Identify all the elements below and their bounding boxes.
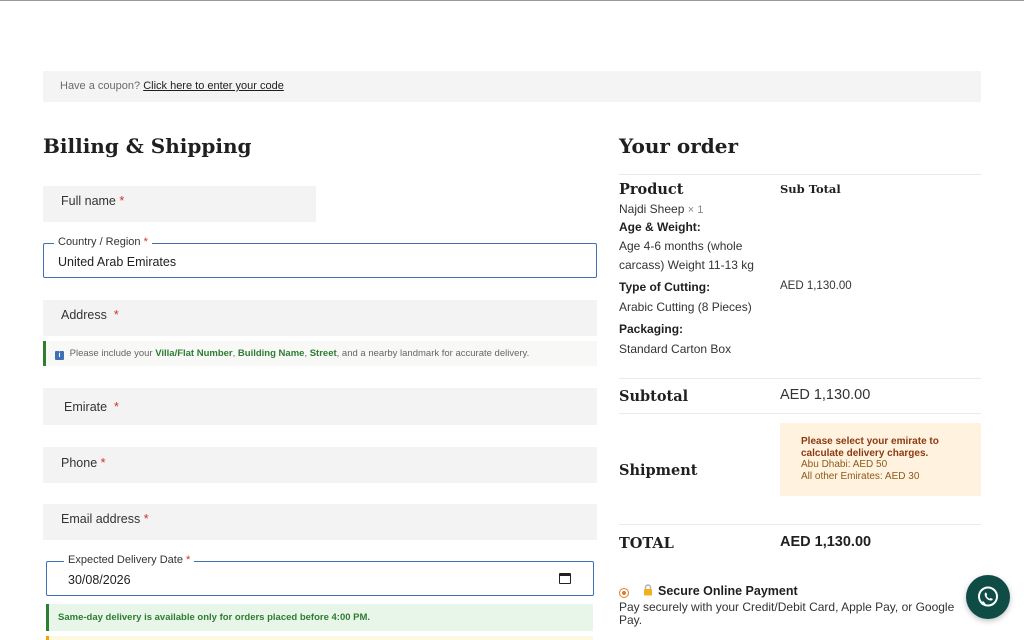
packaging-label-text: Packaging:: [619, 322, 684, 336]
calendar-icon[interactable]: [559, 573, 571, 584]
cutting-label: Type of Cutting:: [619, 280, 710, 294]
age-value-1: Age 4-6 months (whole: [619, 239, 743, 253]
country-label-wrap: Country / Region *: [54, 236, 152, 248]
email-field[interactable]: Email address *: [43, 504, 597, 540]
phone-label: Phone: [61, 456, 98, 470]
order-title: Your order: [619, 134, 739, 158]
divider: [619, 174, 981, 175]
subtotal-label: Subtotal: [619, 388, 689, 405]
whatsapp-button[interactable]: [966, 575, 1010, 619]
required-mark: *: [114, 400, 119, 414]
whatsapp-icon: [978, 586, 998, 607]
required-mark: *: [143, 512, 149, 526]
packaging-label: Packaging:: [619, 322, 683, 336]
sameday-notice: Same-day delivery is available only for …: [46, 604, 593, 631]
shipment-notice-line-1: Please select your emirate to: [801, 436, 939, 447]
age-label-text: Age & Weight:: [619, 220, 701, 234]
age-value-2: carcass) Weight 11-13 kg: [619, 258, 754, 272]
shipment-notice-line-2: calculate delivery charges.: [801, 447, 929, 459]
packaging-value: Standard Carton Box: [619, 342, 732, 356]
full-name-label: Full name: [61, 194, 116, 208]
required-mark: *: [119, 194, 125, 208]
shipment-label: Shipment: [619, 462, 698, 479]
notice-strip: [46, 636, 593, 640]
delivery-date-label: Expected Delivery Date: [68, 554, 183, 566]
required-mark: *: [113, 308, 119, 322]
delivery-date-input[interactable]: Expected Delivery Date * 30/08/2026: [46, 554, 594, 596]
shipment-notice: Please select your emirate to calculate …: [780, 423, 981, 496]
subtotal-column-header: Sub Total: [780, 182, 841, 196]
hint-street: Street: [309, 348, 337, 359]
delivery-date-value: 30/08/2026: [68, 573, 131, 587]
product-line: Najdi Sheep × 1: [619, 202, 703, 216]
subtotal-value: AED 1,130.00: [780, 387, 871, 403]
hint-prefix: Please include your: [69, 348, 153, 359]
line-price: AED 1,130.00: [780, 280, 852, 292]
country-value: United Arab Emirates: [58, 255, 177, 269]
full-name-field[interactable]: Full name *: [43, 186, 316, 222]
cutting-label-text: Type of Cutting:: [619, 280, 711, 294]
address-label: Address: [61, 308, 107, 322]
hint-sep: ,: [304, 348, 308, 359]
required-mark: *: [100, 456, 106, 470]
divider: [619, 524, 981, 525]
address-hint: i Please include your Villa/Flat Number,…: [43, 341, 597, 366]
product-qty: × 1: [687, 204, 704, 216]
billing-title: Billing & Shipping: [43, 134, 252, 158]
address-field[interactable]: Address *: [43, 300, 597, 336]
required-mark: *: [143, 236, 148, 248]
cutting-value: Arabic Cutting (8 Pieces): [619, 300, 752, 314]
product-column-header: Product: [619, 181, 684, 198]
country-label: Country / Region: [58, 236, 141, 248]
delivery-date-label-wrap: Expected Delivery Date *: [64, 554, 195, 566]
age-label: Age & Weight:: [619, 220, 701, 234]
shipment-rate-abu-dhabi: Abu Dhabi: AED 50: [801, 459, 888, 470]
country-select[interactable]: Country / Region * United Arab Emirates: [43, 236, 597, 278]
emirate-label: Emirate: [64, 400, 108, 414]
hint-suffix: , and a nearby landmark for accurate del…: [336, 348, 530, 359]
coupon-bar: Have a coupon? Click here to enter your …: [43, 71, 981, 102]
shipment-rate-other: All other Emirates: AED 30: [801, 470, 920, 482]
hint-sep: ,: [232, 348, 236, 359]
top-divider: [0, 0, 1024, 1]
emirate-field[interactable]: Emirate *: [43, 388, 597, 425]
divider: [619, 413, 981, 414]
payment-description: Pay securely with your Credit/Debit Card…: [619, 600, 955, 627]
total-label: TOTAL: [619, 535, 674, 552]
hint-villa: Villa/Flat Number: [155, 348, 233, 359]
payment-title[interactable]: Secure Online Payment: [658, 584, 798, 598]
coupon-link[interactable]: Click here to enter your code: [143, 80, 284, 92]
info-icon: i: [55, 351, 64, 360]
email-label: Email address: [61, 512, 141, 526]
product-name: Najdi Sheep: [619, 202, 685, 216]
divider: [619, 378, 981, 379]
hint-building: Building Name: [237, 348, 305, 359]
total-value: AED 1,130.00: [780, 534, 872, 550]
coupon-prompt: Have a coupon?: [60, 80, 141, 92]
required-mark: *: [186, 554, 191, 566]
phone-field[interactable]: Phone *: [43, 447, 597, 483]
lock-icon: [644, 584, 652, 596]
payment-radio[interactable]: [619, 588, 629, 598]
